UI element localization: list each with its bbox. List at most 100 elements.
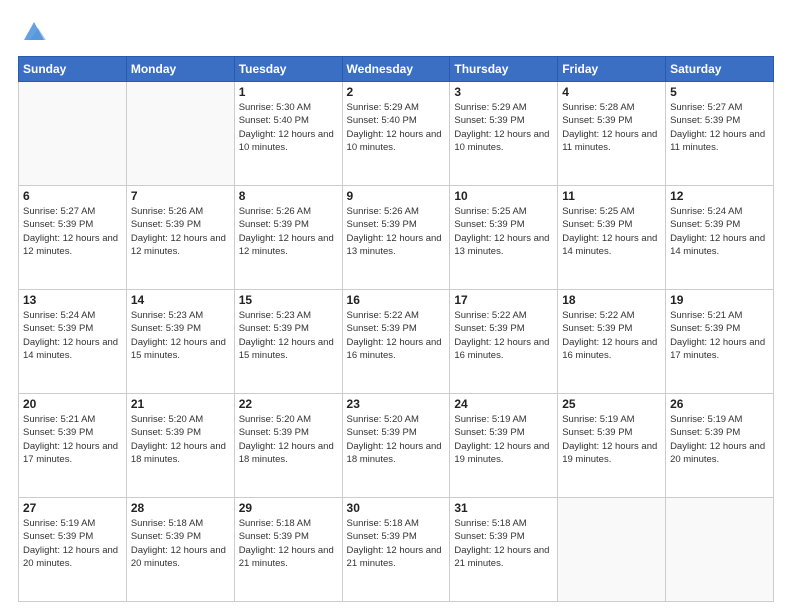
day-cell-4: 4 Sunrise: 5:28 AM Sunset: 5:39 PM Daylig… bbox=[558, 82, 666, 186]
header-day-sunday: Sunday bbox=[19, 57, 127, 82]
header-day-monday: Monday bbox=[126, 57, 234, 82]
day-number: 29 bbox=[239, 501, 338, 515]
day-number: 24 bbox=[454, 397, 553, 411]
day-cell-22: 22 Sunrise: 5:20 AM Sunset: 5:39 PM Dayli… bbox=[234, 394, 342, 498]
day-number: 16 bbox=[347, 293, 446, 307]
day-number: 17 bbox=[454, 293, 553, 307]
calendar-table: SundayMondayTuesdayWednesdayThursdayFrid… bbox=[18, 56, 774, 602]
week-row-3: 20 Sunrise: 5:21 AM Sunset: 5:39 PM Dayli… bbox=[19, 394, 774, 498]
day-info: Sunrise: 5:26 AM Sunset: 5:39 PM Dayligh… bbox=[131, 205, 230, 258]
day-number: 27 bbox=[23, 501, 122, 515]
day-cell-17: 17 Sunrise: 5:22 AM Sunset: 5:39 PM Dayli… bbox=[450, 290, 558, 394]
day-number: 2 bbox=[347, 85, 446, 99]
day-info: Sunrise: 5:18 AM Sunset: 5:39 PM Dayligh… bbox=[131, 517, 230, 570]
day-info: Sunrise: 5:20 AM Sunset: 5:39 PM Dayligh… bbox=[131, 413, 230, 466]
day-number: 6 bbox=[23, 189, 122, 203]
day-info: Sunrise: 5:22 AM Sunset: 5:39 PM Dayligh… bbox=[347, 309, 446, 362]
day-number: 28 bbox=[131, 501, 230, 515]
day-number: 1 bbox=[239, 85, 338, 99]
logo-icon bbox=[20, 18, 48, 46]
empty-cell bbox=[19, 82, 127, 186]
day-info: Sunrise: 5:27 AM Sunset: 5:39 PM Dayligh… bbox=[670, 101, 769, 154]
day-number: 19 bbox=[670, 293, 769, 307]
day-info: Sunrise: 5:24 AM Sunset: 5:39 PM Dayligh… bbox=[23, 309, 122, 362]
empty-cell bbox=[558, 498, 666, 602]
day-info: Sunrise: 5:19 AM Sunset: 5:39 PM Dayligh… bbox=[23, 517, 122, 570]
day-cell-19: 19 Sunrise: 5:21 AM Sunset: 5:39 PM Dayli… bbox=[666, 290, 774, 394]
day-cell-16: 16 Sunrise: 5:22 AM Sunset: 5:39 PM Dayli… bbox=[342, 290, 450, 394]
day-number: 9 bbox=[347, 189, 446, 203]
day-cell-6: 6 Sunrise: 5:27 AM Sunset: 5:39 PM Daylig… bbox=[19, 186, 127, 290]
day-cell-23: 23 Sunrise: 5:20 AM Sunset: 5:39 PM Dayli… bbox=[342, 394, 450, 498]
day-cell-29: 29 Sunrise: 5:18 AM Sunset: 5:39 PM Dayli… bbox=[234, 498, 342, 602]
header-day-saturday: Saturday bbox=[666, 57, 774, 82]
day-number: 22 bbox=[239, 397, 338, 411]
day-cell-10: 10 Sunrise: 5:25 AM Sunset: 5:39 PM Dayli… bbox=[450, 186, 558, 290]
week-row-1: 6 Sunrise: 5:27 AM Sunset: 5:39 PM Daylig… bbox=[19, 186, 774, 290]
day-cell-11: 11 Sunrise: 5:25 AM Sunset: 5:39 PM Dayli… bbox=[558, 186, 666, 290]
day-cell-30: 30 Sunrise: 5:18 AM Sunset: 5:39 PM Dayli… bbox=[342, 498, 450, 602]
day-cell-18: 18Sunrise: 5:22 AM Sunset: 5:39 PM Dayli… bbox=[558, 290, 666, 394]
day-info: Sunrise: 5:20 AM Sunset: 5:39 PM Dayligh… bbox=[239, 413, 338, 466]
day-info: Sunrise: 5:21 AM Sunset: 5:39 PM Dayligh… bbox=[23, 413, 122, 466]
day-cell-9: 9Sunrise: 5:26 AM Sunset: 5:39 PM Daylig… bbox=[342, 186, 450, 290]
day-info: Sunrise: 5:23 AM Sunset: 5:39 PM Dayligh… bbox=[131, 309, 230, 362]
empty-cell bbox=[666, 498, 774, 602]
day-info: Sunrise: 5:25 AM Sunset: 5:39 PM Dayligh… bbox=[562, 205, 661, 258]
day-info: Sunrise: 5:29 AM Sunset: 5:40 PM Dayligh… bbox=[347, 101, 446, 154]
day-number: 23 bbox=[347, 397, 446, 411]
day-number: 11 bbox=[562, 189, 661, 203]
day-info: Sunrise: 5:19 AM Sunset: 5:39 PM Dayligh… bbox=[562, 413, 661, 466]
day-number: 5 bbox=[670, 85, 769, 99]
week-row-2: 13 Sunrise: 5:24 AM Sunset: 5:39 PM Dayli… bbox=[19, 290, 774, 394]
day-cell-14: 14 Sunrise: 5:23 AM Sunset: 5:39 PM Dayli… bbox=[126, 290, 234, 394]
day-info: Sunrise: 5:26 AM Sunset: 5:39 PM Dayligh… bbox=[239, 205, 338, 258]
day-number: 4 bbox=[562, 85, 661, 99]
day-cell-5: 5 Sunrise: 5:27 AM Sunset: 5:39 PM Daylig… bbox=[666, 82, 774, 186]
day-info: Sunrise: 5:21 AM Sunset: 5:39 PM Dayligh… bbox=[670, 309, 769, 362]
day-info: Sunrise: 5:22 AM Sunset: 5:39 PM Dayligh… bbox=[454, 309, 553, 362]
day-number: 13 bbox=[23, 293, 122, 307]
day-cell-8: 8 Sunrise: 5:26 AM Sunset: 5:39 PM Daylig… bbox=[234, 186, 342, 290]
day-info: Sunrise: 5:27 AM Sunset: 5:39 PM Dayligh… bbox=[23, 205, 122, 258]
day-cell-28: 28 Sunrise: 5:18 AM Sunset: 5:39 PM Dayli… bbox=[126, 498, 234, 602]
day-cell-13: 13 Sunrise: 5:24 AM Sunset: 5:39 PM Dayli… bbox=[19, 290, 127, 394]
empty-cell bbox=[126, 82, 234, 186]
days-header-row: SundayMondayTuesdayWednesdayThursdayFrid… bbox=[19, 57, 774, 82]
day-cell-12: 12 Sunrise: 5:24 AM Sunset: 5:39 PM Dayli… bbox=[666, 186, 774, 290]
day-cell-20: 20 Sunrise: 5:21 AM Sunset: 5:39 PM Dayli… bbox=[19, 394, 127, 498]
header-day-friday: Friday bbox=[558, 57, 666, 82]
day-number: 31 bbox=[454, 501, 553, 515]
day-info: Sunrise: 5:30 AM Sunset: 5:40 PM Dayligh… bbox=[239, 101, 338, 154]
day-info: Sunrise: 5:25 AM Sunset: 5:39 PM Dayligh… bbox=[454, 205, 553, 258]
day-info: Sunrise: 5:29 AM Sunset: 5:39 PM Dayligh… bbox=[454, 101, 553, 154]
day-number: 14 bbox=[131, 293, 230, 307]
day-number: 30 bbox=[347, 501, 446, 515]
week-row-4: 27 Sunrise: 5:19 AM Sunset: 5:39 PM Dayli… bbox=[19, 498, 774, 602]
day-info: Sunrise: 5:18 AM Sunset: 5:39 PM Dayligh… bbox=[239, 517, 338, 570]
day-info: Sunrise: 5:24 AM Sunset: 5:39 PM Dayligh… bbox=[670, 205, 769, 258]
day-cell-7: 7Sunrise: 5:26 AM Sunset: 5:39 PM Daylig… bbox=[126, 186, 234, 290]
day-info: Sunrise: 5:20 AM Sunset: 5:39 PM Dayligh… bbox=[347, 413, 446, 466]
day-cell-1: 1 Sunrise: 5:30 AM Sunset: 5:40 PM Daylig… bbox=[234, 82, 342, 186]
day-number: 20 bbox=[23, 397, 122, 411]
day-cell-25: 25Sunrise: 5:19 AM Sunset: 5:39 PM Dayli… bbox=[558, 394, 666, 498]
header bbox=[18, 18, 774, 46]
day-cell-31: 31 Sunrise: 5:18 AM Sunset: 5:39 PM Dayli… bbox=[450, 498, 558, 602]
day-info: Sunrise: 5:19 AM Sunset: 5:39 PM Dayligh… bbox=[454, 413, 553, 466]
day-info: Sunrise: 5:23 AM Sunset: 5:39 PM Dayligh… bbox=[239, 309, 338, 362]
day-number: 15 bbox=[239, 293, 338, 307]
day-number: 8 bbox=[239, 189, 338, 203]
week-row-0: 1 Sunrise: 5:30 AM Sunset: 5:40 PM Daylig… bbox=[19, 82, 774, 186]
day-cell-15: 15 Sunrise: 5:23 AM Sunset: 5:39 PM Dayli… bbox=[234, 290, 342, 394]
day-number: 12 bbox=[670, 189, 769, 203]
header-day-wednesday: Wednesday bbox=[342, 57, 450, 82]
day-info: Sunrise: 5:28 AM Sunset: 5:39 PM Dayligh… bbox=[562, 101, 661, 154]
day-cell-2: 2 Sunrise: 5:29 AM Sunset: 5:40 PM Daylig… bbox=[342, 82, 450, 186]
day-info: Sunrise: 5:18 AM Sunset: 5:39 PM Dayligh… bbox=[454, 517, 553, 570]
day-info: Sunrise: 5:18 AM Sunset: 5:39 PM Dayligh… bbox=[347, 517, 446, 570]
day-number: 10 bbox=[454, 189, 553, 203]
day-number: 21 bbox=[131, 397, 230, 411]
day-cell-21: 21 Sunrise: 5:20 AM Sunset: 5:39 PM Dayli… bbox=[126, 394, 234, 498]
day-cell-26: 26Sunrise: 5:19 AM Sunset: 5:39 PM Dayli… bbox=[666, 394, 774, 498]
